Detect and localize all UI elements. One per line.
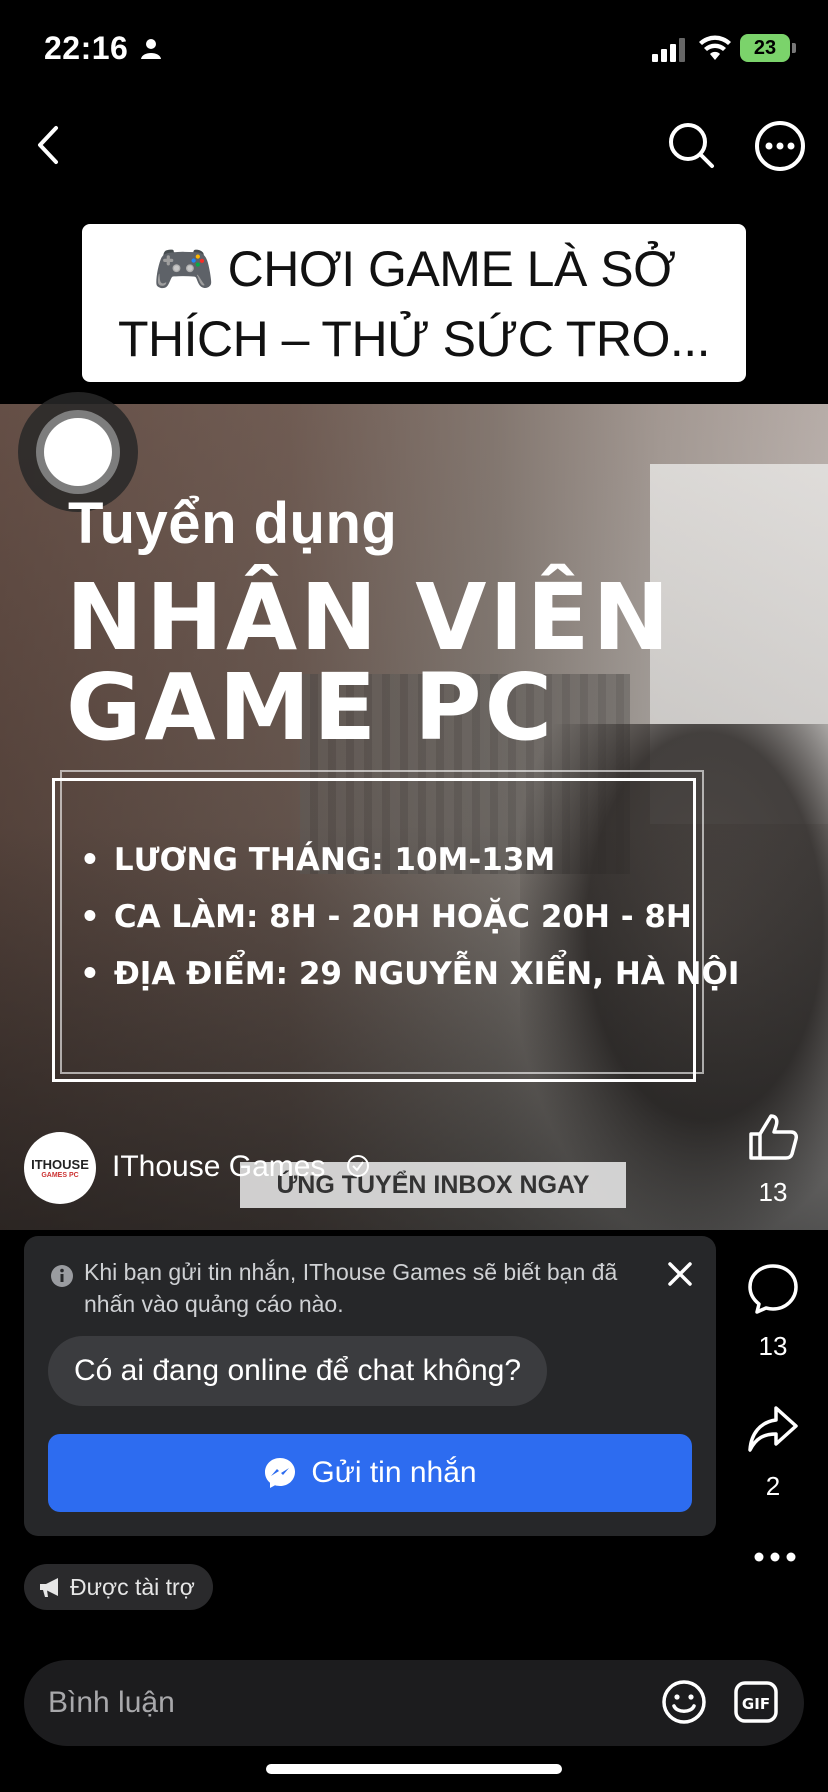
emoji-button[interactable] (660, 1678, 708, 1731)
post-caption[interactable]: 🎮 CHƠI GAME LÀ SỞ THÍCH – THỬ SỨC TRO... (82, 224, 746, 382)
message-ad-card: Khi bạn gửi tin nhắn, IThouse Games sẽ b… (24, 1236, 716, 1536)
page-name[interactable]: IThouse Games (112, 1150, 325, 1184)
home-indicator (266, 1764, 562, 1774)
status-time: 22:16 (44, 30, 129, 66)
video-title-line-1: NHÂN VIÊN (66, 564, 673, 671)
svg-text:GIF: GIF (742, 1695, 770, 1713)
send-message-button[interactable]: Gửi tin nhắn (48, 1434, 692, 1512)
comment-bar: GIF (24, 1660, 804, 1746)
battery-tip (792, 43, 796, 53)
chevron-left-icon (38, 126, 58, 164)
share-button[interactable]: 2 (738, 1404, 808, 1502)
sponsored-label[interactable]: Được tài trợ (24, 1564, 213, 1610)
status-bar: 22:16 23 (0, 0, 828, 100)
more-options-button[interactable] (754, 120, 806, 172)
close-button[interactable] (662, 1256, 698, 1292)
emoji-icon (662, 1680, 706, 1724)
close-icon (668, 1262, 692, 1286)
send-message-label: Gửi tin nhắn (311, 1456, 477, 1489)
like-button[interactable]: 13 (738, 1112, 808, 1208)
avatar-logo-subtext: GAMES PC (41, 1172, 79, 1179)
comment-count: 13 (758, 1331, 788, 1361)
signal-icon (652, 38, 688, 67)
message-notice: Khi bạn gửi tin nhắn, IThouse Games sẽ b… (84, 1259, 618, 1317)
comment-button[interactable]: 13 (738, 1262, 808, 1362)
avatar-logo-text: ITHOUSE (31, 1157, 89, 1172)
megaphone-icon (40, 1578, 58, 1597)
job-info-list: LƯƠNG THÁNG: 10M-13M CA LÀM: 8H - 20H HO… (80, 832, 740, 1003)
video-title-line-2: GAME PC (66, 654, 556, 761)
back-button[interactable] (28, 122, 74, 168)
info-icon (50, 1264, 74, 1293)
job-info-location: ĐỊA ĐIỂM: 29 NGUYỄN XIỂN, HÀ NỘI (80, 946, 740, 1003)
job-info-shift: CA LÀM: 8H - 20H HOẶC 20H - 8H (80, 889, 739, 946)
page-avatar[interactable]: ITHOUSE GAMES PC (24, 1132, 96, 1204)
comment-icon (748, 1264, 798, 1314)
job-info-salary: LƯƠNG THÁNG: 10M-13M (80, 832, 739, 889)
search-icon (669, 123, 714, 168)
gif-button[interactable]: GIF (732, 1678, 780, 1731)
quick-reply-chip[interactable]: Có ai đang online để chat không? (48, 1336, 548, 1406)
sponsored-text: Được tài trợ (70, 1573, 195, 1600)
caption-line-2: THÍCH – THỬ SỨC TRO... (117, 311, 711, 367)
record-dot (44, 418, 112, 486)
wifi-icon (698, 34, 732, 67)
gif-icon: GIF (734, 1681, 778, 1723)
comment-input[interactable] (48, 1660, 608, 1746)
share-icon (748, 1406, 798, 1452)
video-subtitle: Tuyển dụng (68, 491, 398, 556)
more-horizontal-icon (755, 121, 805, 171)
messenger-icon (265, 1458, 296, 1488)
share-count: 2 (765, 1471, 781, 1501)
caption-line-1: 🎮 CHƠI GAME LÀ SỞ (152, 241, 676, 297)
person-icon (140, 38, 162, 65)
battery-indicator: 23 (740, 34, 790, 62)
verified-badge-icon (346, 1154, 370, 1183)
rail-more-button[interactable] (740, 1550, 810, 1568)
thumbs-up-icon (749, 1114, 798, 1160)
search-button[interactable] (666, 120, 716, 170)
like-count: 13 (758, 1177, 788, 1207)
more-dots-icon (754, 1552, 796, 1562)
